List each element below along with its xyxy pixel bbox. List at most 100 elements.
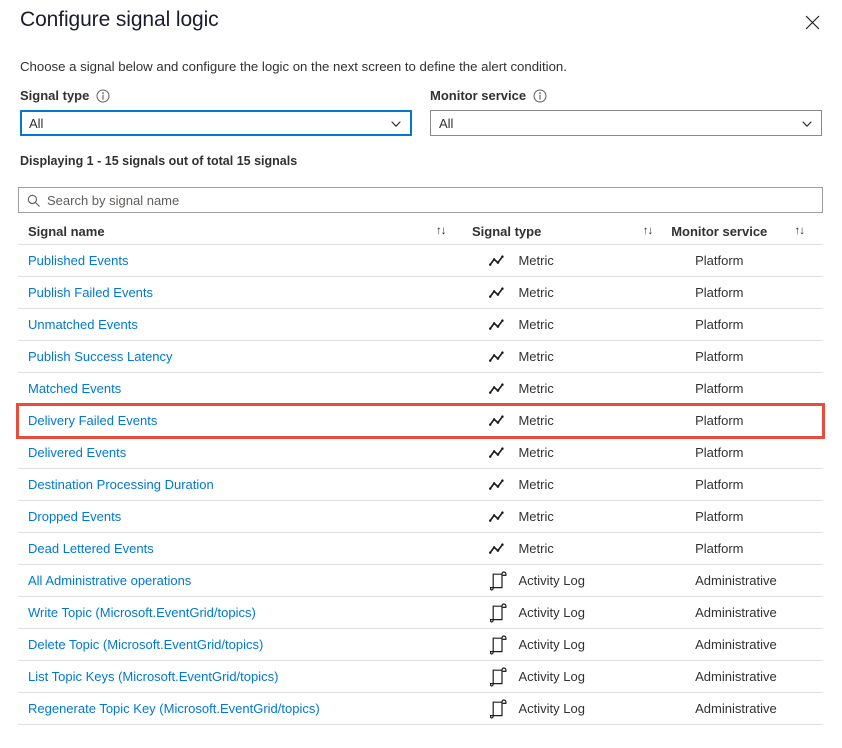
table-row[interactable]: Publish Success Latency Metric Platform [18,341,823,373]
cell-signal-type: Metric [488,283,665,303]
signal-type-value: Activity Log [518,605,585,620]
sort-arrows-icon: ↑↓ [435,224,446,237]
metric-chart-icon [488,475,508,495]
monitor-service-value: Platform [695,540,744,556]
signal-name-link[interactable]: Write Topic (Microsoft.EventGrid/topics) [28,605,256,620]
cell-signal-type: Activity Log [488,602,665,623]
signal-name-link[interactable]: Regenerate Topic Key (Microsoft.EventGri… [28,701,320,716]
activity-log-icon [488,698,508,719]
info-icon[interactable] [533,89,547,103]
activity-log-icon [488,602,508,623]
cell-signal-type: Metric [488,251,665,271]
search-placeholder: Search by signal name [47,192,180,208]
cell-signal-name: Destination Processing Duration [18,476,451,494]
signal-name-link[interactable]: Matched Events [28,381,121,396]
signal-name-link[interactable]: Publish Failed Events [28,285,153,300]
table-row[interactable]: Dead Lettered Events Metric Platform [18,533,823,565]
monitor-service-value: Platform [695,412,744,428]
signal-type-value: Metric [518,317,554,332]
cell-signal-type: Activity Log [488,634,665,655]
signal-type-value: Activity Log [518,573,585,588]
signal-name-link[interactable]: Publish Success Latency [28,349,173,364]
cell-signal-type: Metric [488,443,665,463]
table-row[interactable]: Regenerate Topic Key (Microsoft.EventGri… [18,693,823,725]
cell-signal-type: Metric [488,315,665,335]
signal-name-link[interactable]: Unmatched Events [28,317,138,332]
monitor-service-field: Monitor service All [430,86,822,136]
configure-signal-logic-panel: Configure signal logic Choose a signal b… [0,0,842,748]
table-row[interactable]: Publish Failed Events Metric Platform [18,277,823,309]
search-input[interactable]: Search by signal name [18,187,823,213]
sort-toggle-monitor-service[interactable]: ↑↓ [795,225,823,238]
monitor-service-value: Platform [695,252,744,268]
cell-signal-name: Regenerate Topic Key (Microsoft.EventGri… [18,700,451,718]
cell-monitor-service: Platform [695,252,823,270]
activity-log-icon [488,570,508,591]
panel-header: Configure signal logic [0,0,842,46]
cell-signal-name: Write Topic (Microsoft.EventGrid/topics) [18,604,451,622]
signal-name-link[interactable]: Delivered Events [28,445,126,460]
monitor-service-value: Administrative [695,636,777,652]
table-row[interactable]: Published Events Metric Platform [18,245,823,277]
signal-name-link[interactable]: Delete Topic (Microsoft.EventGrid/topics… [28,637,263,652]
monitor-service-value: All [439,115,454,131]
cell-monitor-service: Platform [695,284,823,302]
table-row[interactable]: Dropped Events Metric Platform [18,501,823,533]
signal-type-value: Metric [518,445,554,460]
chevron-down-icon [801,117,813,129]
cell-signal-type: Activity Log [488,666,665,687]
sort-arrows-icon: ↑↓ [642,224,653,237]
table-row[interactable]: All Administrative operations Activity Lo… [18,565,823,597]
signal-type-field: Signal type All [20,86,412,136]
cell-monitor-service: Platform [695,412,823,430]
signal-type-select[interactable]: All [20,110,412,136]
table-row[interactable]: Unmatched Events Metric Platform [18,309,823,341]
table-row[interactable]: Delivery Failed Events Metric Platform [16,403,825,439]
search-icon [27,194,40,207]
table-row[interactable]: Write Topic (Microsoft.EventGrid/topics)… [18,597,823,629]
signal-name-link[interactable]: Published Events [28,253,128,268]
metric-chart-icon [488,315,508,335]
table-row[interactable]: Delete Topic (Microsoft.EventGrid/topics… [18,629,823,661]
monitor-service-select[interactable]: All [430,110,822,136]
cell-monitor-service: Administrative [695,636,823,654]
table-row[interactable]: List Topic Keys (Microsoft.EventGrid/top… [18,661,823,693]
cell-signal-name: Delete Topic (Microsoft.EventGrid/topics… [18,636,451,654]
signal-name-link[interactable]: Destination Processing Duration [28,477,214,492]
signal-name-link[interactable]: Dropped Events [28,509,121,524]
cell-monitor-service: Platform [695,380,823,398]
monitor-service-value: Platform [695,508,744,524]
table-row[interactable]: Matched Events Metric Platform [18,373,823,405]
signal-type-value: Metric [518,381,554,396]
signal-type-value: Metric [518,413,554,428]
cell-signal-type: Metric [488,507,665,527]
monitor-service-value: Platform [695,316,744,332]
close-button[interactable] [796,6,828,38]
column-header-monitor-service[interactable]: Monitor service [671,223,794,241]
monitor-service-value: Administrative [695,604,777,620]
signal-name-link[interactable]: Delivery Failed Events [28,413,157,428]
table-row[interactable]: Destination Processing Duration Metric Pla… [18,469,823,501]
close-icon [805,15,820,30]
signal-name-link[interactable]: List Topic Keys (Microsoft.EventGrid/top… [28,669,278,684]
cell-signal-name: Dropped Events [18,508,451,526]
monitor-service-label-row: Monitor service [430,86,822,105]
signal-name-link[interactable]: All Administrative operations [28,573,191,588]
cell-monitor-service: Platform [695,348,823,366]
column-header-signal-type[interactable]: Signal type [472,224,643,239]
info-icon[interactable] [96,89,110,103]
cell-signal-name: Unmatched Events [18,316,451,334]
sort-toggle-signal-type[interactable]: ↑↓ [642,224,671,238]
signal-name-link[interactable]: Dead Lettered Events [28,541,154,556]
activity-log-icon [488,634,508,655]
metric-chart-icon [488,283,508,303]
table-row[interactable]: Delivered Events Metric Platform [18,437,823,469]
signal-type-value: Metric [518,253,554,268]
signal-type-label: Signal type [20,88,90,103]
cell-signal-type: Metric [488,347,665,367]
cell-signal-type: Metric [488,411,665,431]
metric-chart-icon [488,251,508,271]
column-header-signal-name[interactable]: Signal name [18,223,436,241]
cell-signal-type: Metric [488,379,665,399]
sort-toggle-signal-name[interactable]: ↑↓ [435,224,472,238]
